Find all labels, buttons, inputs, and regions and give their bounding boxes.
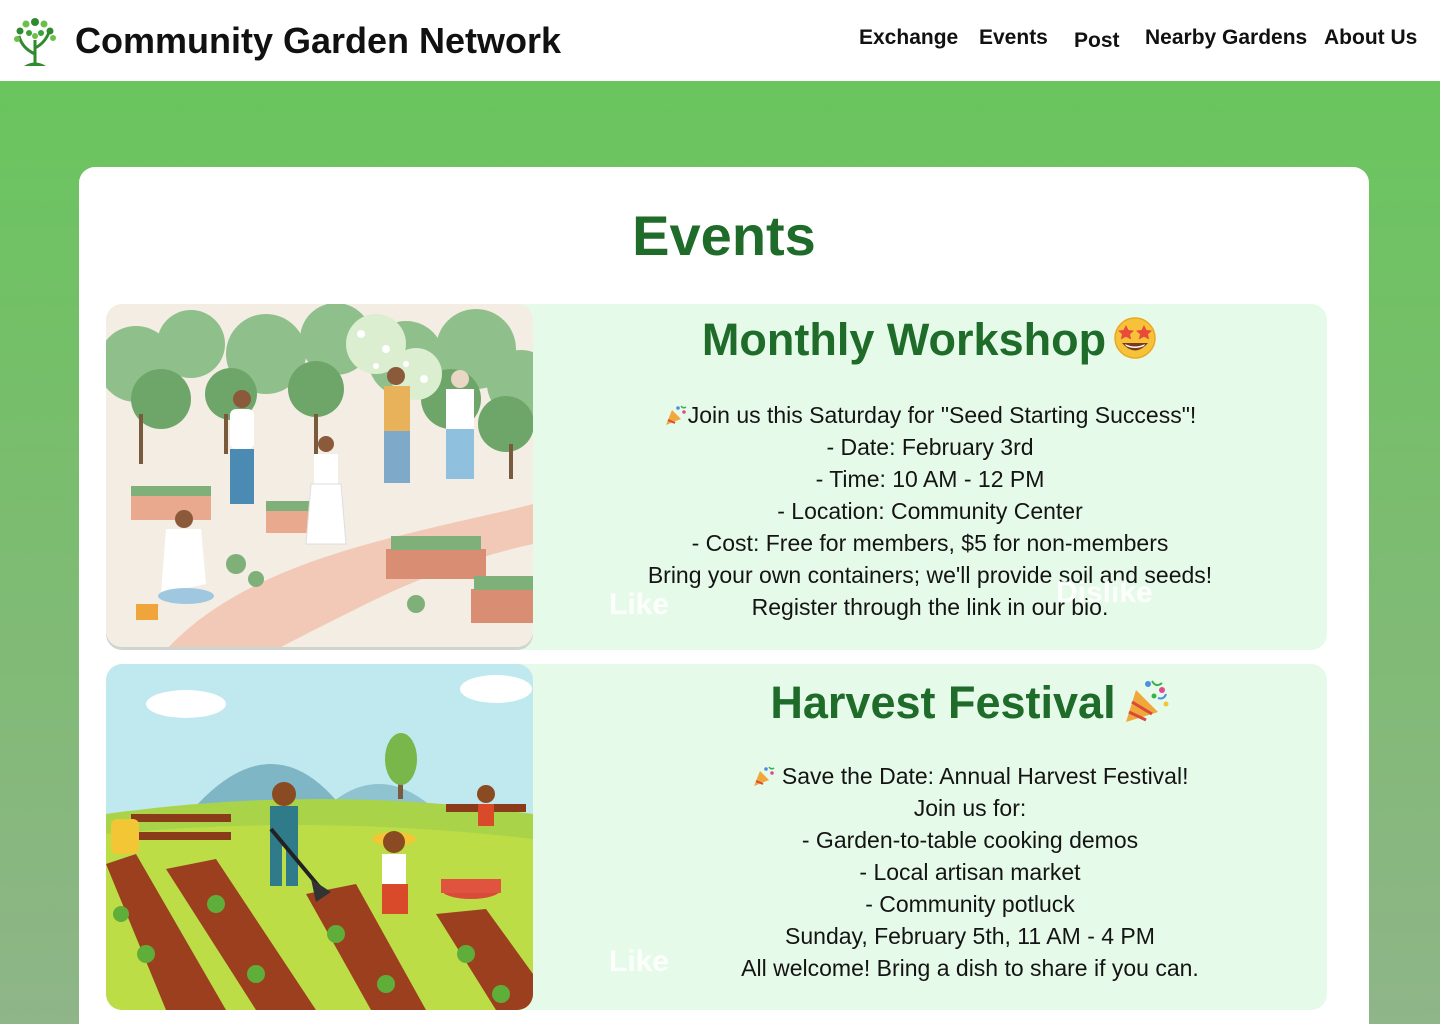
description-text: Join us this Saturday for "Seed Starting… (687, 402, 1197, 428)
community-garden-illustration (106, 304, 533, 647)
event-details: Monthly Workshop Join us this Saturday f… (533, 304, 1327, 650)
description-line: All welcome! Bring a dish to share if yo… (741, 955, 1199, 981)
event-details: Harvest Festival Save the Date: Annual H… (533, 664, 1327, 1010)
description-text: Save the Date: Annual Harvest Festival! (781, 763, 1189, 789)
nav-about-us[interactable]: About Us (1324, 26, 1417, 50)
description-line: - Community potluck (865, 891, 1075, 917)
description-line: - Garden-to-table cooking demos (801, 827, 1139, 853)
event-title: Monthly Workshop (533, 314, 1327, 371)
like-button[interactable]: Like (609, 588, 669, 622)
description-line: Join us for: (913, 795, 1027, 821)
description-line: Bring your own containers; we'll provide… (647, 562, 1213, 588)
event-title-text: Monthly Workshop (701, 314, 1107, 365)
event-description: Save the Date: Annual Harvest Festival! … (573, 760, 1327, 984)
nav-events[interactable]: Events (979, 26, 1048, 50)
event-title-text: Harvest Festival (770, 677, 1116, 728)
event-card: Harvest Festival Save the Date: Annual H… (106, 664, 1327, 1010)
nav-post[interactable]: Post (1074, 29, 1120, 53)
nav-exchange[interactable]: Exchange (859, 26, 958, 50)
party-popper-icon (752, 763, 776, 786)
description-line: Save the Date: Annual Harvest Festival! (573, 760, 1327, 792)
star-struck-emoji-icon (1112, 316, 1158, 371)
description-line: Sunday, February 5th, 11 AM - 4 PM (785, 923, 1155, 949)
children-farming-illustration (106, 664, 533, 1010)
top-navigation-bar: Community Garden Network Exchange Events… (0, 0, 1440, 81)
description-line: Join us this Saturday for "Seed Starting… (533, 399, 1327, 431)
event-title: Harvest Festival (573, 677, 1327, 735)
party-popper-icon (664, 402, 688, 425)
dislike-button[interactable]: Dislike (1056, 576, 1153, 610)
description-line: - Time: 10 AM - 12 PM (815, 466, 1045, 492)
description-line: - Location: Community Center (777, 498, 1083, 524)
description-line: - Cost: Free for members, $5 for non-mem… (691, 530, 1169, 556)
description-line: - Date: February 3rd (826, 434, 1034, 460)
like-button[interactable]: Like (609, 945, 669, 979)
events-panel: Events Monthly Workshop Join us this Sat… (79, 167, 1369, 1024)
page-title: Events (632, 204, 816, 267)
event-card: Monthly Workshop Join us this Saturday f… (106, 304, 1327, 650)
description-line: - Local artisan market (859, 859, 1081, 885)
main-nav: Exchange Events Post Nearby Gardens Abou… (0, 26, 1440, 56)
party-popper-emoji-icon (1122, 678, 1170, 735)
nav-nearby-gardens[interactable]: Nearby Gardens (1145, 26, 1307, 50)
